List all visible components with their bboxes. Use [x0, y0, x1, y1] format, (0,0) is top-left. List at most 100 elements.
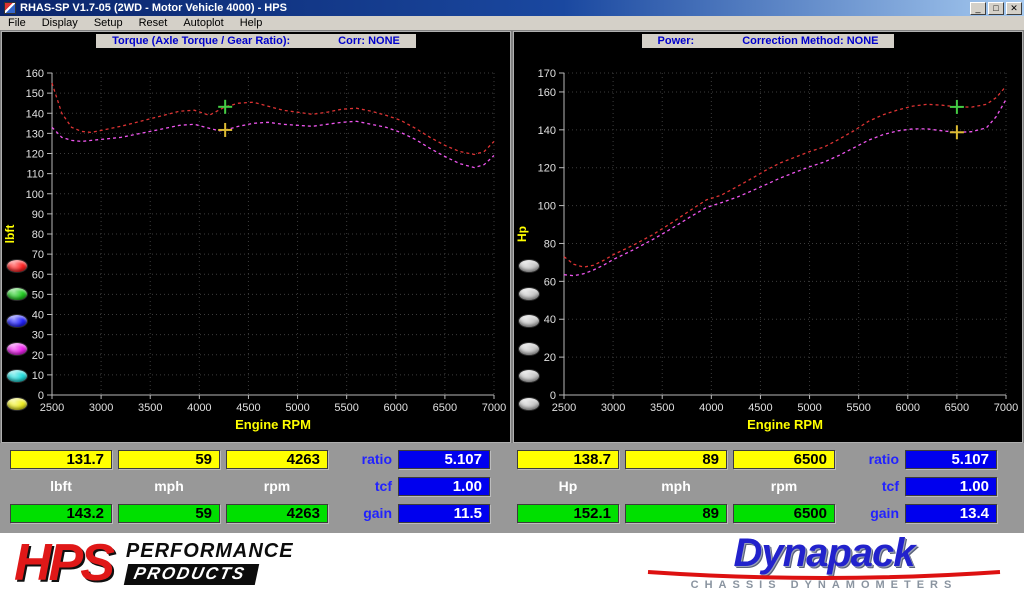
torque-tcf-label: tcf [334, 477, 392, 496]
channel-button[interactable] [6, 259, 28, 273]
svg-text:20: 20 [544, 352, 556, 364]
svg-text:10: 10 [32, 370, 44, 382]
svg-text:20: 20 [32, 350, 44, 362]
channel-button[interactable] [518, 397, 540, 411]
torque-speed-value-2: 59 [118, 504, 220, 523]
channel-button[interactable] [6, 287, 28, 301]
power-ratio-label: ratio [841, 450, 899, 469]
svg-text:6500: 6500 [945, 402, 969, 414]
power-correction-label: Correction Method: NONE [742, 35, 878, 47]
power-cursor-value: 138.7 [517, 450, 619, 469]
power-tcf-label: tcf [841, 477, 899, 496]
close-button[interactable]: ✕ [1006, 2, 1022, 15]
svg-text:170: 170 [538, 68, 556, 80]
x-axis-label: Engine RPM [747, 417, 823, 432]
logo-bar: HPS PERFORMANCE PRODUCTS Dynapack CHASSI… [0, 533, 1024, 592]
power-speed-unit: mph [625, 477, 727, 496]
menu-reset[interactable]: Reset [139, 17, 168, 29]
svg-text:80: 80 [544, 238, 556, 250]
svg-text:140: 140 [538, 125, 556, 137]
svg-text:5500: 5500 [334, 402, 358, 414]
window-controls: _ □ ✕ [970, 2, 1022, 15]
power-chart-title: Power: [658, 35, 695, 47]
svg-text:100: 100 [538, 201, 556, 213]
power-ratio-value: 5.107 [905, 450, 997, 469]
svg-text:6000: 6000 [384, 402, 408, 414]
torque-chart[interactable]: 2500300035004000450050005500600065007000… [2, 49, 510, 442]
menu-file[interactable]: File [8, 17, 26, 29]
torque-rpm-unit: rpm [226, 477, 328, 496]
channel-button[interactable] [518, 259, 540, 273]
power-chart-panel: Power: Correction Method: NONE 2500 3000 3… [513, 31, 1023, 443]
corrected-power [564, 86, 1006, 267]
app-window: RHAS-SP V1.7-05 (2WD - Motor Vehicle 400… [0, 0, 1024, 592]
x-axis-label: Engine RPM [235, 417, 311, 432]
svg-text:4000: 4000 [699, 402, 723, 414]
svg-text:4500: 4500 [748, 402, 772, 414]
power-corrected-value: 152.1 [517, 504, 619, 523]
corrected-torque [52, 83, 494, 154]
minimize-button[interactable]: _ [970, 2, 986, 15]
menu-display[interactable]: Display [42, 17, 78, 29]
power-unit-label: Hp [517, 477, 619, 496]
titlebar[interactable]: RHAS-SP V1.7-05 (2WD - Motor Vehicle 400… [0, 0, 1024, 16]
svg-text:100: 100 [26, 189, 44, 201]
menu-autoplot[interactable]: Autoplot [183, 17, 223, 29]
torque-rpm-value: 4263 [226, 450, 328, 469]
svg-text:7000: 7000 [482, 402, 506, 414]
torque-ratio-value: 5.107 [398, 450, 490, 469]
torque-speed-value: 59 [118, 450, 220, 469]
app-icon [4, 2, 16, 14]
torque-chart-header: Torque (Axle Torque / Gear Ratio): Corr:… [2, 32, 510, 49]
svg-text:60: 60 [544, 276, 556, 288]
menu-help[interactable]: Help [240, 17, 263, 29]
svg-text:0: 0 [550, 390, 556, 402]
power-rpm-value-2: 6500 [733, 504, 835, 523]
measured-power [564, 100, 1006, 276]
menu-setup[interactable]: Setup [94, 17, 123, 29]
torque-corr-label: Corr: NONE [338, 35, 400, 47]
channel-button[interactable] [6, 397, 28, 411]
torque-cursor-value: 131.7 [10, 450, 112, 469]
torque-chart-title: Torque (Axle Torque / Gear Ratio): [112, 35, 290, 47]
hps-performance-text: PERFORMANCE [126, 540, 294, 563]
channel-button[interactable] [6, 314, 28, 328]
svg-text:3000: 3000 [601, 402, 625, 414]
channel-button[interactable] [518, 287, 540, 301]
torque-chart-panel: Torque (Axle Torque / Gear Ratio): Corr:… [1, 31, 511, 443]
channel-button[interactable] [6, 342, 28, 356]
channel-button[interactable] [518, 342, 540, 356]
svg-text:6000: 6000 [896, 402, 920, 414]
maximize-button[interactable]: □ [988, 2, 1004, 15]
channel-button[interactable] [6, 369, 28, 383]
svg-text:70: 70 [32, 249, 44, 261]
torque-speed-unit: mph [118, 477, 220, 496]
svg-text:40: 40 [544, 314, 556, 326]
svg-text:5500: 5500 [846, 402, 870, 414]
svg-text:3500: 3500 [650, 402, 674, 414]
torque-rpm-value-2: 4263 [226, 504, 328, 523]
channel-button[interactable] [518, 369, 540, 383]
y-axis-label: lbft [3, 225, 17, 244]
torque-channel-buttons [6, 259, 32, 429]
charts-row: Torque (Axle Torque / Gear Ratio): Corr:… [0, 31, 1024, 443]
torque-gain-value: 11.5 [398, 504, 490, 523]
torque-tcf-value: 1.00 [398, 477, 490, 496]
svg-text:30: 30 [32, 330, 44, 342]
menubar: File Display Setup Reset Autoplot Help [0, 16, 1024, 31]
svg-text:2500: 2500 [552, 402, 576, 414]
torque-corrected-value: 143.2 [10, 504, 112, 523]
svg-text:5000: 5000 [797, 402, 821, 414]
dynapack-subtitle: CHASSIS DYNAMOMETERS [691, 579, 958, 591]
power-gain-value: 13.4 [905, 504, 997, 523]
y-axis-label: Hp [515, 226, 529, 242]
power-speed-value: 89 [625, 450, 727, 469]
power-readout-group: 138.7 Hp 152.1 89 mph 89 6500 rpm 6500 r… [517, 450, 1014, 526]
hps-products-text: PRODUCTS [124, 564, 260, 585]
svg-text:140: 140 [26, 108, 44, 120]
svg-text:7000: 7000 [994, 402, 1018, 414]
svg-text:160: 160 [538, 87, 556, 99]
torque-unit-label: lbft [10, 477, 112, 496]
channel-button[interactable] [518, 314, 540, 328]
power-chart[interactable]: 2500 3000 3500 4000 4500 5000 5500 6000 6500 7000… [514, 49, 1022, 442]
